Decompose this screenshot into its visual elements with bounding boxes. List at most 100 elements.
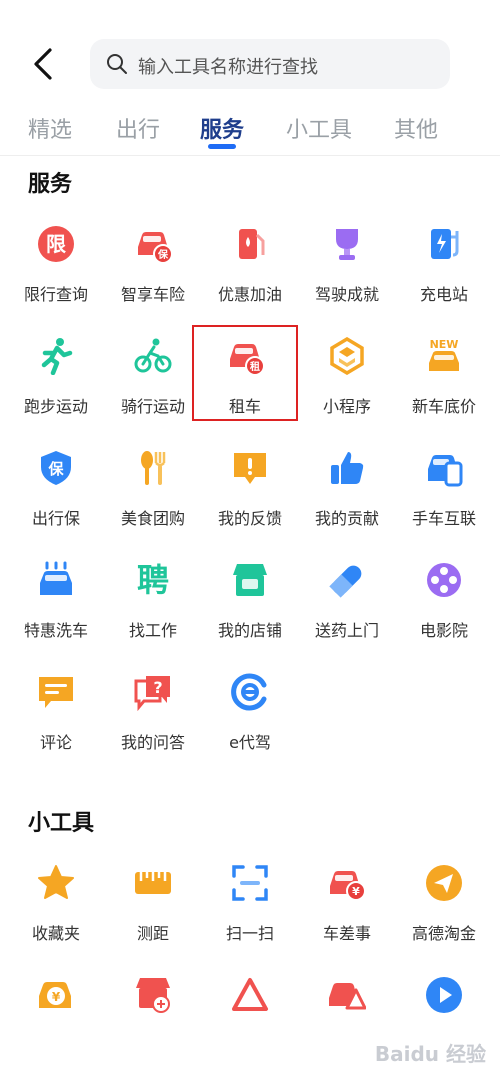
tool-label: 我的贡献 <box>314 509 379 528</box>
tool-gold[interactable]: 高德淘金 <box>394 864 494 976</box>
watermark: Baidu 经验 <box>374 1042 486 1066</box>
tool-label: 扫一扫 <box>225 924 274 943</box>
tool-label: 骑行运动 <box>120 397 185 416</box>
tool-ruler[interactable]: 测距 <box>103 864 203 976</box>
tool-label: 手车互联 <box>411 509 476 528</box>
tool-favorites[interactable]: 收藏夹 <box>6 864 106 976</box>
feedback-icon <box>234 453 266 484</box>
tool-label: 特惠洗车 <box>23 621 88 640</box>
tool-label: 优惠加油 <box>217 285 282 304</box>
tool-shop[interactable]: 我的店铺 <box>200 561 300 673</box>
tool-feedback[interactable]: 我的反馈 <box>200 449 300 561</box>
tool-label: 电影院 <box>419 621 468 640</box>
tool-label: 充电站 <box>419 285 468 304</box>
tool-car-errand[interactable]: ¥ 车差事 <box>297 864 397 976</box>
tool-fuel[interactable]: 优惠加油 <box>200 225 300 337</box>
tool-trophy[interactable]: 驾驶成就 <box>297 225 397 337</box>
job-icon: 聘 <box>137 561 169 599</box>
medicine-icon <box>329 565 362 598</box>
tool-car-insurance[interactable]: 保 智享车险 <box>103 225 203 337</box>
play-icon <box>426 977 462 1013</box>
tool-label: 美食团购 <box>120 509 185 528</box>
svg-text:聘: 聘 <box>137 561 169 599</box>
fuel-icon <box>239 229 265 259</box>
section-title-tools: 小工具 <box>28 811 95 836</box>
tab-travel[interactable]: 出行 <box>116 112 160 144</box>
qa-icon: ? <box>134 676 170 711</box>
tool-restriction[interactable]: 限 限行查询 <box>6 225 106 337</box>
tool-e-driver[interactable]: e代驾 <box>200 673 300 785</box>
tool-new-car[interactable]: NEW 新车底价 <box>394 337 494 449</box>
search-placeholder: 输入工具名称进行查找 <box>138 57 318 78</box>
svg-text:保: 保 <box>47 460 64 478</box>
svg-text:限: 限 <box>46 232 66 256</box>
comment-icon <box>39 677 73 708</box>
tool-car-wash[interactable]: 特惠洗车 <box>6 561 106 673</box>
trophy-icon <box>336 229 358 260</box>
charging-station-icon <box>431 229 459 259</box>
shop-icon <box>233 564 267 596</box>
tool-label: 收藏夹 <box>31 924 80 943</box>
tool-label: 车差事 <box>322 924 371 943</box>
svg-text:NEW: NEW <box>430 338 459 351</box>
warning-triangle-icon <box>232 978 268 1011</box>
svg-text:¥: ¥ <box>52 990 61 1004</box>
tool-mini-program[interactable]: 小程序 <box>297 337 397 449</box>
highlight-box <box>192 325 298 421</box>
send-icon <box>426 865 462 901</box>
tool-charging[interactable]: 充电站 <box>394 225 494 337</box>
tool-label: 小程序 <box>322 397 371 416</box>
car-insurance-icon: 保 <box>138 232 172 263</box>
tool-label: 测距 <box>136 924 169 943</box>
film-reel-icon <box>427 563 461 597</box>
tool-label: 限行查询 <box>23 285 88 304</box>
tool-label: 新车底价 <box>411 397 476 416</box>
tool-label: 驾驶成就 <box>314 285 379 304</box>
tool-medicine[interactable]: 送药上门 <box>297 561 397 673</box>
restriction-icon: 限 <box>38 226 74 262</box>
tool-label: 找工作 <box>128 621 177 640</box>
shop-add-icon <box>136 978 170 1013</box>
tool-job[interactable]: 聘 找工作 <box>103 561 203 673</box>
tool-contribution[interactable]: 我的贡献 <box>297 449 397 561</box>
tool-scan[interactable]: 扫一扫 <box>200 864 300 976</box>
back-arrow-icon[interactable] <box>26 44 60 84</box>
tab-other[interactable]: 其他 <box>394 112 438 144</box>
car-wash-icon <box>40 561 72 595</box>
tool-phone-car[interactable]: 手车互联 <box>394 449 494 561</box>
tool-qa[interactable]: ? 我的问答 <box>103 673 203 785</box>
car-errand-icon: ¥ <box>330 871 366 901</box>
tab-tools[interactable]: 小工具 <box>286 112 352 144</box>
tool-running[interactable]: 跑步运动 <box>6 337 106 449</box>
tool-cycling[interactable]: 骑行运动 <box>103 337 203 449</box>
car-warning-icon <box>329 983 366 1010</box>
cycling-icon <box>134 338 172 373</box>
top-bar: 输入工具名称进行查找 <box>0 0 500 100</box>
tool-food[interactable]: 美食团购 <box>103 449 203 561</box>
phone-car-icon <box>428 455 463 487</box>
thumbs-up-icon <box>331 452 364 484</box>
car-yen-icon: ¥ <box>39 982 71 1008</box>
mini-program-icon <box>330 337 364 375</box>
tool-label: 我的反馈 <box>217 509 282 528</box>
section-title-service: 服务 <box>28 172 73 197</box>
scan-icon <box>232 865 268 901</box>
e-driver-icon <box>231 673 267 711</box>
tool-travel-insurance[interactable]: 保 出行保 <box>6 449 106 561</box>
tool-label: 我的问答 <box>120 733 185 752</box>
tool-label: 出行保 <box>31 509 80 528</box>
tab-service[interactable]: 服务 <box>200 112 244 144</box>
star-icon <box>38 865 74 899</box>
tool-cinema[interactable]: 电影院 <box>394 561 494 673</box>
new-car-icon: NEW <box>429 338 459 371</box>
food-icon <box>141 451 166 485</box>
tool-label: 送药上门 <box>314 621 379 640</box>
tool-label: 评论 <box>39 733 72 752</box>
tool-label: 高德淘金 <box>411 924 476 943</box>
tab-featured[interactable]: 精选 <box>28 112 72 144</box>
search-input[interactable]: 输入工具名称进行查找 <box>90 39 450 89</box>
tool-comment[interactable]: 评论 <box>6 673 106 785</box>
tool-label: e代驾 <box>229 733 271 752</box>
tool-label: 跑步运动 <box>23 397 88 416</box>
tool-label: 我的店铺 <box>217 621 282 640</box>
